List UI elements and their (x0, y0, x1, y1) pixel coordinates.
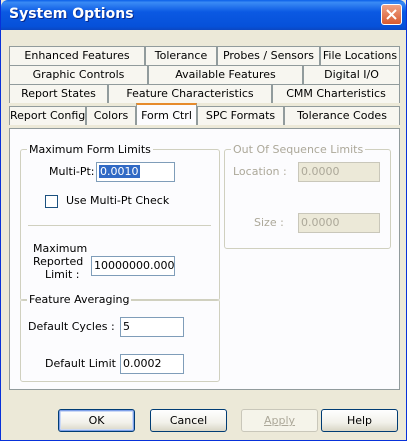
tab-row-1: Enhanced Features Tolerance Probes / Sen… (9, 46, 400, 65)
use-multi-pt-checkbox[interactable] (45, 195, 58, 208)
feature-averaging-group: Feature Averaging Default Cycles : 5 Def… (20, 293, 220, 382)
tab-feature-characteristics[interactable]: Feature Characteristics (108, 84, 272, 103)
window-title: System Options (9, 6, 134, 22)
apply-button-label: Apply (263, 414, 296, 427)
tab-row-4: Report Config Colors Form Ctrl SPC Forma… (9, 103, 400, 125)
max-reported-label-line3: Limit : (45, 268, 80, 281)
tab-spc-formats[interactable]: SPC Formats (197, 106, 284, 125)
tab-enhanced-features[interactable]: Enhanced Features (9, 46, 145, 65)
apply-button[interactable]: Apply (241, 409, 318, 432)
cancel-button[interactable]: Cancel (150, 409, 227, 432)
size-label: Size : (254, 216, 284, 229)
tab-form-ctrl[interactable]: Form Ctrl (136, 103, 197, 125)
default-limit-label: Default Limit : (45, 357, 124, 370)
tab-row-3: Report States Feature Characteristics CM… (9, 84, 400, 103)
location-input[interactable]: 0.0000 (298, 162, 380, 182)
default-cycles-input[interactable]: 5 (120, 317, 184, 337)
tab-cmm-charteristics[interactable]: CMM Charteristics (272, 84, 400, 103)
maximum-form-limits-group: Maximum Form Limits Multi-Pt: 0.0010 Use… (20, 143, 220, 301)
out-of-sequence-limits-group: Out Of Sequence Limits Location : 0.0000… (224, 143, 391, 249)
tab-graphic-controls[interactable]: Graphic Controls (9, 65, 148, 84)
tab-colors[interactable]: Colors (86, 106, 136, 125)
multi-pt-label: Multi-Pt: (49, 165, 95, 178)
help-button[interactable]: Help (321, 409, 398, 432)
tab-digital-io[interactable]: Digital I/O (303, 65, 400, 84)
location-label: Location : (233, 165, 287, 178)
tab-report-states[interactable]: Report States (9, 84, 108, 103)
feature-averaging-legend: Feature Averaging (27, 293, 132, 306)
maximum-form-limits-legend: Maximum Form Limits (27, 143, 153, 156)
max-reported-label-line1: Maximum (33, 242, 88, 255)
ok-button[interactable]: OK (58, 409, 135, 432)
tab-row-2: Graphic Controls Available Features Digi… (9, 65, 400, 84)
max-reported-limit-input[interactable]: 10000000.0000 (91, 256, 175, 276)
form-ctrl-panel: Maximum Form Limits Multi-Pt: 0.0010 Use… (9, 128, 400, 390)
default-cycles-label: Default Cycles : (28, 320, 115, 333)
tab-probes-sensors[interactable]: Probes / Sensors (217, 46, 320, 65)
tab-tolerance[interactable]: Tolerance (145, 46, 217, 65)
tab-report-config[interactable]: Report Config (9, 106, 86, 125)
out-of-sequence-legend: Out Of Sequence Limits (231, 143, 366, 156)
tab-tolerance-codes[interactable]: Tolerance Codes (284, 106, 400, 125)
tab-file-locations[interactable]: File Locations (320, 46, 400, 65)
use-multi-pt-label: Use Multi-Pt Check (66, 194, 170, 207)
multi-pt-value: 0.0010 (99, 165, 140, 178)
system-options-dialog: System Options Enhanced Features Toleran… (0, 0, 407, 441)
title-bar[interactable]: System Options (1, 0, 406, 30)
max-reported-label-line2: Reported (33, 255, 84, 268)
close-icon (386, 9, 397, 20)
default-limit-input[interactable]: 0.0002 (120, 354, 184, 374)
group-divider (28, 225, 211, 226)
close-button[interactable] (381, 4, 402, 25)
size-input[interactable]: 0.0000 (298, 213, 380, 233)
multi-pt-input[interactable]: 0.0010 (96, 162, 175, 182)
tab-available-features[interactable]: Available Features (148, 65, 303, 84)
